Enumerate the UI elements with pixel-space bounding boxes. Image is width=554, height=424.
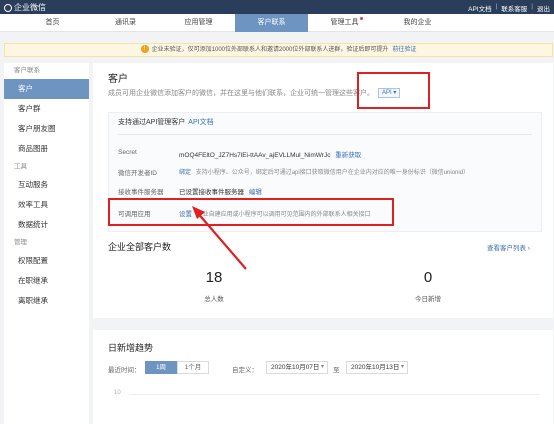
card-api-docs-link[interactable]: API文档 <box>188 119 213 126</box>
go-verify-link[interactable]: 前往验证 <box>392 47 416 53</box>
event-server-value: 已设置接收事件服务器 <box>179 189 244 196</box>
separator: | <box>531 3 533 10</box>
secret-value-row: mOQ4FEltO_JZ7Hs7lEi-ttAAv_ajEVLLMul_NimW… <box>179 149 361 159</box>
sidebar-item-interactive-service[interactable]: 互动服务 <box>4 175 89 195</box>
sidebar-item-customers[interactable]: 客户 <box>4 79 89 99</box>
warning-icon: ! <box>140 45 149 54</box>
wechat-dev-id-row: 绑定 支持小程序、公众号，绑定后可通过api接口获取微信用户在企业内对应的唯一身… <box>179 167 469 176</box>
sidebar-item-permissions[interactable]: 权限配置 <box>4 251 89 271</box>
start-date-picker[interactable]: 2020年10月07日 ▾ <box>266 361 328 374</box>
annotation-arrow-icon <box>192 206 247 270</box>
nav-management-tools[interactable]: 管理工具 <box>308 14 381 32</box>
sidebar-item-customer-groups[interactable]: 客户群 <box>4 99 89 119</box>
card-title: 支持通过API管理客户 API文档 <box>118 117 214 127</box>
separator: | <box>495 3 498 10</box>
page-title: 客户 <box>108 74 128 85</box>
event-server-row: 已设置接收事件服务器 编辑 <box>179 186 262 196</box>
view-customer-list-link[interactable]: 查看客户列表 › <box>487 242 530 252</box>
nav-management-tools-label: 管理工具 <box>330 19 359 26</box>
regenerate-secret-link[interactable]: 重新获取 <box>335 152 361 159</box>
total-customers-label: 总人数 <box>204 296 224 303</box>
nav-home[interactable]: 首页 <box>16 14 89 32</box>
top-bar: 企业微信 API文档 | 联系客服 | 退出 <box>0 0 554 14</box>
today-new-label: 今日新增 <box>415 296 441 303</box>
notification-dot <box>360 17 363 20</box>
sidebar-item-statistics[interactable]: 数据统计 <box>4 215 89 235</box>
main-nav: 首页 通讯录 应用管理 客户联系 管理工具 我的企业 <box>0 14 554 32</box>
nav-contacts[interactable]: 通讯录 <box>89 14 162 32</box>
logout-link[interactable]: 退出 <box>537 3 550 13</box>
sidebar-item-product-album[interactable]: 商品图册 <box>4 139 89 159</box>
nav-my-company[interactable]: 我的企业 <box>381 14 454 32</box>
verification-notice: ! 企业未验证，仅可添加1000位外部联系人和邀请2000位外部联系人进群，验证后… <box>4 43 553 57</box>
api-docs-link[interactable]: API文档 <box>468 3 491 13</box>
sidebar-section-customer-contact: 客户联系 <box>14 67 40 74</box>
sidebar-item-efficiency-tools[interactable]: 效率工具 <box>4 195 89 215</box>
range-label: 最近时间： <box>108 367 141 374</box>
edit-event-server-link[interactable]: 编辑 <box>249 189 262 196</box>
sidebar-section-tools: 工具 <box>14 163 27 170</box>
chevron-down-icon: ▾ <box>400 364 404 370</box>
app-logo-text: 企业微信 <box>14 3 46 12</box>
secret-value: mOQ4FEltO_JZ7Hs7lEi-ttAAv_ajEVLLMul_NimW… <box>179 152 331 159</box>
card-title-text: 支持通过API管理客户 <box>118 119 186 126</box>
chevron-down-icon: ▾ <box>320 364 324 370</box>
section-divider <box>93 318 553 330</box>
start-date-value: 2020年10月07日 <box>271 364 320 371</box>
page-description: 成员可用企业微信添加客户的微信，并在这里与他们联系，企业可统一管理这些客户。 <box>108 90 374 97</box>
wechat-dev-id-label: 微信开发者ID <box>118 170 157 177</box>
stats-title: 企业全部客户数 <box>108 242 172 252</box>
end-date-value: 2020年10月13日 <box>351 364 400 371</box>
chart-axis-tick: 10 <box>114 390 121 396</box>
nav-apps[interactable]: 应用管理 <box>162 14 235 32</box>
custom-range-label: 自定义： <box>232 367 258 374</box>
sidebar-section-management: 管理 <box>14 239 27 246</box>
divider <box>118 134 532 135</box>
sidebar-item-onjob-inherit[interactable]: 在职继承 <box>4 271 89 291</box>
event-server-label: 接收事件服务器 <box>118 189 164 196</box>
bind-link[interactable]: 绑定 <box>179 170 191 176</box>
trend-title: 日新增趋势 <box>108 343 154 353</box>
range-1-month-button[interactable]: 1个月 <box>177 361 209 374</box>
wework-logo-icon <box>4 3 12 12</box>
sidebar-item-resigned-inherit[interactable]: 离职继承 <box>4 291 89 311</box>
bind-note: 支持小程序、公众号，绑定后可通过api接口获取微信用户在企业内对应的唯一身份标识… <box>195 170 470 176</box>
top-links: API文档 | 联系客服 | 退出 <box>468 3 550 13</box>
contact-support-link[interactable]: 联系客服 <box>501 3 527 13</box>
secret-label: Secret <box>118 149 137 156</box>
annotation-highlight-box <box>357 72 430 109</box>
end-date-picker[interactable]: 2020年10月13日 ▾ <box>346 361 408 374</box>
app-logo[interactable]: 企业微信 <box>4 2 46 13</box>
to-label: 至 <box>333 367 340 374</box>
total-customers-value: 18 <box>205 269 223 286</box>
annotation-highlight-box <box>108 198 394 226</box>
nav-customer-contact[interactable]: 客户联系 <box>235 14 308 32</box>
range-1-week-button[interactable]: 1周 <box>145 361 177 374</box>
sidebar-item-moments[interactable]: 客户朋友圈 <box>4 119 89 139</box>
sidebar: 客户联系 客户 客户群 客户朋友圈 商品图册 工具 互动服务 效率工具 数据统计… <box>4 63 89 424</box>
notice-text: 企业未验证，仅可添加1000位外部联系人和邀请2000位外部联系人进群，验证后即… <box>151 47 389 53</box>
chart-gridline <box>130 394 540 395</box>
today-new-value: 0 <box>423 269 433 286</box>
